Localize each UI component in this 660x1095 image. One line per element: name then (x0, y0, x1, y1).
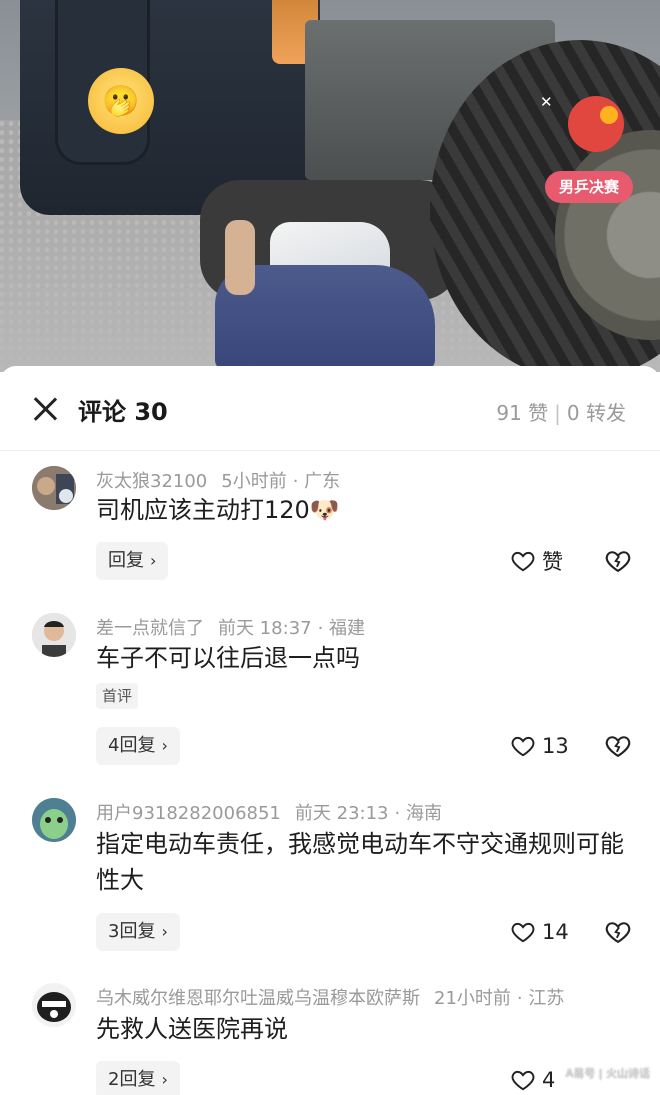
chevron-right-icon: › (161, 736, 168, 755)
username[interactable]: 灰太狼32100 (96, 471, 207, 492)
like-label: 赞 (542, 550, 563, 574)
first-comment-tag: 首评 (96, 683, 139, 709)
heart-icon (511, 551, 535, 572)
avatar[interactable] (32, 983, 76, 1027)
video-player[interactable]: 🫢 ✕ 男乒决赛 (0, 0, 660, 372)
reposts-stat: 0 转发 (566, 401, 626, 425)
reply-button[interactable]: 回复 › (96, 542, 169, 580)
shocked-emoji-sticker-icon: 🫢 (88, 68, 154, 134)
chevron-right-icon: › (161, 1070, 168, 1089)
heart-icon (511, 922, 535, 943)
like-button[interactable]: 13 (510, 731, 569, 761)
reply-label: 4回复 (108, 735, 156, 756)
comment-meta: 乌木威尔维恩耶尔吐温威乌温穆本欧萨斯 21小时前 · 江苏 (96, 984, 564, 1010)
comment-location: · 福建 (317, 618, 366, 639)
person-arm (225, 220, 255, 295)
comment-time: 前天 18:37 (218, 618, 312, 639)
comment-sheet: 评论 30 91 赞 | 0 转发 灰太狼32100 5小时前 · 广东 司机应该主动打… (0, 366, 660, 1095)
comment-location: · 江苏 (516, 988, 565, 1009)
view-replies-button[interactable]: 2回复 › (96, 1061, 180, 1095)
comment-location: · 海南 (394, 803, 442, 824)
comment-text[interactable]: 指定电动车责任，我感觉电动车不守交通规则可能性大 (96, 826, 636, 898)
view-replies-button[interactable]: 3回复 › (96, 913, 180, 951)
comment-meta: 差一点就信了 前天 18:37 · 福建 (96, 614, 365, 640)
post-stats: 91 赞 | 0 转发 (496, 397, 626, 426)
close-ad-icon[interactable]: ✕ (540, 93, 553, 111)
comment-text[interactable]: 车子不可以往后退一点吗 (96, 640, 636, 676)
reply-label: 回复 (108, 550, 144, 571)
heart-icon (511, 736, 535, 757)
like-button[interactable]: 赞 (510, 546, 563, 576)
avatar[interactable] (32, 466, 76, 510)
view-replies-button[interactable]: 4回复 › (96, 727, 180, 765)
like-button[interactable]: 14 (510, 917, 569, 947)
chevron-right-icon: › (161, 922, 168, 941)
promo-badge[interactable]: 男乒决赛 (545, 171, 634, 203)
comment-location: · 广东 (292, 471, 341, 492)
username[interactable]: 差一点就信了 (96, 618, 204, 639)
reply-label: 3回复 (108, 921, 156, 942)
comment-count-title: 评论 30 (78, 398, 168, 426)
username[interactable]: 用户9318282006851 (96, 803, 281, 824)
like-button[interactable]: 4 (510, 1065, 555, 1095)
comment-text[interactable]: 先救人送医院再说 (96, 1011, 636, 1047)
comment-sheet-header: 评论 30 91 赞 | 0 转发 (0, 366, 660, 450)
comment-meta: 用户9318282006851 前天 23:13 · 海南 (96, 799, 442, 825)
broken-heart-icon[interactable] (604, 918, 632, 946)
comment-time: 前天 23:13 (294, 803, 389, 824)
broken-heart-icon[interactable] (604, 547, 632, 575)
avatar[interactable] (32, 798, 76, 842)
header-divider (0, 450, 660, 451)
reply-label: 2回复 (108, 1069, 156, 1090)
username[interactable]: 乌木威尔维恩耶尔吐温威乌温穆本欧萨斯 (96, 988, 420, 1009)
close-icon[interactable] (32, 396, 58, 422)
like-count: 13 (542, 734, 569, 758)
comment-text[interactable]: 司机应该主动打120🐶 (96, 492, 636, 528)
like-count: 14 (542, 920, 569, 944)
likes-stat: 91 赞 (496, 401, 549, 425)
ping-pong-ball-icon (600, 106, 618, 124)
watermark: A易号 | 火山诗话 (565, 1067, 650, 1080)
ping-pong-paddle-icon[interactable] (568, 96, 624, 152)
stat-separator: | (554, 401, 561, 425)
heart-icon (511, 1070, 535, 1091)
avatar[interactable] (32, 613, 76, 657)
comment-time: 5小时前 (221, 471, 287, 492)
comment-meta: 灰太狼32100 5小时前 · 广东 (96, 467, 340, 493)
comment-time: 21小时前 (434, 988, 511, 1009)
chevron-right-icon: › (150, 551, 157, 570)
broken-heart-icon[interactable] (604, 732, 632, 760)
like-count: 4 (542, 1068, 556, 1092)
